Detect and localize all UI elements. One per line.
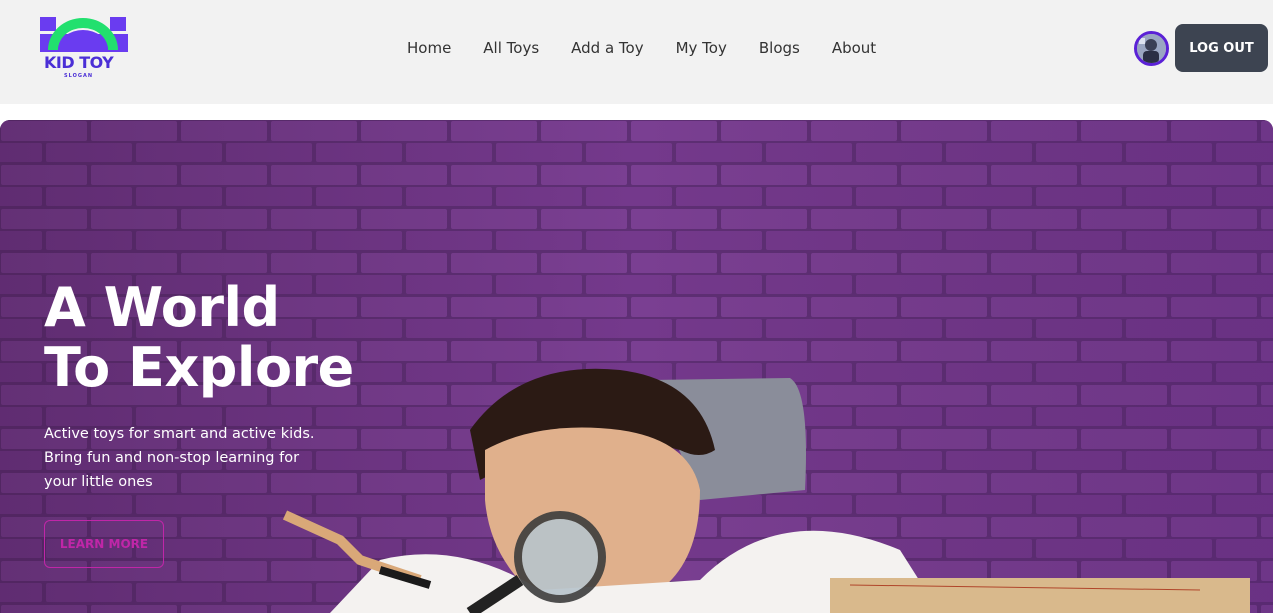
hero-desc-line-3: your little ones <box>44 474 153 490</box>
nav-home[interactable]: Home <box>391 38 467 58</box>
hero-title: A World To Explore <box>44 278 354 398</box>
hero-banner: A World To Explore Active toys for smart… <box>0 120 1273 613</box>
nav-all-toys[interactable]: All Toys <box>467 38 555 58</box>
nav-about[interactable]: About <box>816 38 892 58</box>
navbar: KID TOY SLOGAN Home All Toys Add a Toy M… <box>0 0 1273 104</box>
hero-desc-line-2: Bring fun and non-stop learning for <box>44 450 300 466</box>
nav-add-a-toy[interactable]: Add a Toy <box>555 38 659 58</box>
nav-my-toy[interactable]: My Toy <box>660 38 743 58</box>
user-avatar[interactable] <box>1134 31 1169 66</box>
hero-description: Active toys for smart and active kids. B… <box>44 422 324 494</box>
brand-slogan: SLOGAN <box>64 73 94 79</box>
brand-name: KID TOY <box>44 53 114 72</box>
hero-title-line-1: A World <box>44 276 280 339</box>
main-nav: Home All Toys Add a Toy My Toy Blogs Abo… <box>391 38 892 58</box>
hero-desc-line-1: Active toys for smart and active kids. <box>44 426 315 442</box>
logout-button[interactable]: LOG OUT <box>1175 24 1268 72</box>
nav-blogs[interactable]: Blogs <box>743 38 816 58</box>
learn-more-button[interactable]: LEARN MORE <box>44 520 164 568</box>
hero-title-line-2: To Explore <box>44 336 354 399</box>
user-avatar-icon <box>1137 34 1166 63</box>
